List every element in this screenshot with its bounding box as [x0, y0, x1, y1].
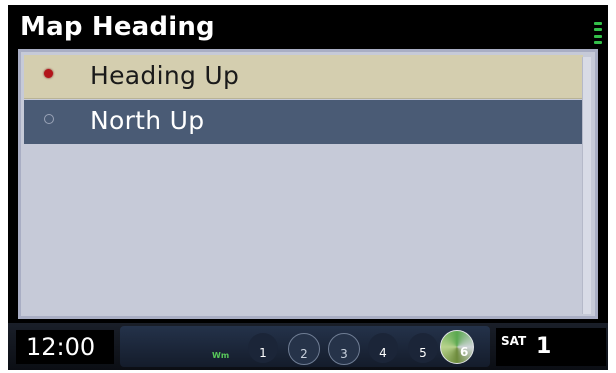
- menu-item-label: North Up: [90, 106, 205, 135]
- preset-6: 6: [460, 345, 469, 359]
- preset-source-icon: Wm: [212, 351, 230, 360]
- preset-2[interactable]: 2: [288, 333, 320, 365]
- status-bar: 12:00 Wm 1 2 3 4 5 6 SAT 1: [8, 323, 608, 370]
- page-title: Map Heading: [20, 12, 215, 42]
- menu-panel: Heading Up North Up: [18, 49, 598, 319]
- band-label: SAT: [501, 334, 527, 348]
- menu-item-heading-up[interactable]: Heading Up: [24, 55, 583, 99]
- signal-bars-icon: [594, 22, 602, 44]
- scrollbar[interactable]: [582, 57, 591, 314]
- title-bar: Map Heading: [8, 5, 608, 49]
- menu-item-label: Heading Up: [90, 61, 240, 90]
- channel-number: 1: [536, 334, 552, 359]
- preset-1[interactable]: 1: [248, 333, 278, 363]
- clock: 12:00: [16, 330, 114, 364]
- preset-3[interactable]: 3: [328, 333, 360, 365]
- radio-unselected-icon: [44, 114, 54, 124]
- nav-screen: Map Heading Heading Up North Up 12:00 Wm…: [8, 5, 608, 370]
- preset-bar: Wm 1 2 3 4 5 6: [120, 326, 490, 367]
- cd-changer-icon[interactable]: 6: [440, 330, 474, 364]
- sat-radio-status: SAT 1: [496, 328, 606, 366]
- menu-item-north-up[interactable]: North Up: [24, 100, 583, 144]
- preset-5[interactable]: 5: [408, 333, 438, 363]
- radio-selected-icon: [44, 69, 53, 78]
- preset-4[interactable]: 4: [368, 333, 398, 363]
